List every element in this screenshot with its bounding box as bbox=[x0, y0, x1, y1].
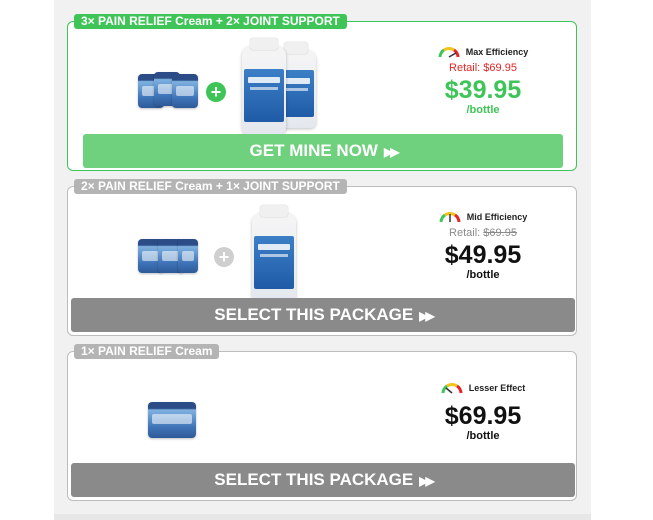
efficiency-label: Lesser Effect bbox=[468, 383, 526, 393]
cream-jar bbox=[172, 74, 198, 108]
efficiency-label: Mid Efficiency bbox=[466, 212, 528, 222]
sale-price: $69.95 bbox=[444, 402, 522, 430]
package-card-1[interactable]: 3× PAIN RELIEF Cream + 2× JOINT SUPPORT … bbox=[67, 14, 577, 171]
double-arrow-icon: ▶▶ bbox=[419, 474, 435, 488]
retail-value: $69.95 bbox=[483, 62, 517, 74]
cta-label: SELECT THIS PACKAGE bbox=[214, 305, 414, 324]
retail-label: Retail: bbox=[449, 62, 481, 74]
efficiency-indicator: Max Efficiency bbox=[408, 46, 558, 58]
package-card-2[interactable]: 2× PAIN RELIEF Cream + 1× JOINT SUPPORT … bbox=[67, 179, 577, 336]
product-image: + bbox=[128, 32, 348, 142]
per-unit: /bottle bbox=[466, 430, 500, 442]
package-card-3[interactable]: 1× PAIN RELIEF Cream Lesser Effect $69.9… bbox=[67, 344, 577, 501]
get-mine-now-button[interactable]: GET MINE NOW ▶▶ bbox=[83, 134, 563, 168]
price-block: Max Efficiency Retail: $69.95 $39.95 /bo… bbox=[408, 46, 558, 116]
supplement-bottle bbox=[252, 205, 296, 301]
retail-price: Retail: $69.95 bbox=[408, 62, 558, 74]
product-image: + bbox=[128, 197, 348, 307]
retail-label: Retail: bbox=[449, 227, 481, 239]
price-block: Lesser Effect $69.95 /bottle bbox=[408, 382, 558, 442]
plus-icon: + bbox=[214, 247, 234, 267]
retail-price: Retail: $69.95 bbox=[408, 227, 558, 239]
gauge-icon bbox=[439, 212, 461, 223]
cta-label: GET MINE NOW bbox=[249, 141, 378, 160]
efficiency-indicator: Lesser Effect bbox=[408, 382, 558, 394]
supplement-bottle bbox=[242, 38, 286, 134]
package-tag: 2× PAIN RELIEF Cream + 1× JOINT SUPPORT bbox=[74, 179, 347, 194]
retail-value: $69.95 bbox=[483, 227, 517, 239]
efficiency-label: Max Efficiency bbox=[465, 47, 529, 57]
sale-price: $39.95 bbox=[444, 76, 522, 104]
per-unit: /bottle bbox=[466, 104, 500, 116]
cream-jar bbox=[148, 402, 196, 438]
per-unit: /bottle bbox=[466, 269, 500, 281]
price-block: Mid Efficiency Retail: $69.95 $49.95 /bo… bbox=[408, 211, 558, 281]
select-package-button[interactable]: SELECT THIS PACKAGE ▶▶ bbox=[71, 298, 575, 332]
cream-jar bbox=[178, 239, 198, 273]
plus-icon: + bbox=[206, 82, 226, 102]
package-tag: 1× PAIN RELIEF Cream bbox=[74, 344, 220, 359]
product-image bbox=[128, 362, 348, 472]
gauge-icon bbox=[438, 47, 460, 58]
package-tag: 3× PAIN RELIEF Cream + 2× JOINT SUPPORT bbox=[74, 14, 347, 29]
select-package-button[interactable]: SELECT THIS PACKAGE ▶▶ bbox=[71, 463, 575, 497]
efficiency-indicator: Mid Efficiency bbox=[408, 211, 558, 223]
sale-price: $49.95 bbox=[444, 241, 522, 269]
top-strip bbox=[54, 0, 591, 8]
gauge-icon bbox=[441, 383, 463, 394]
cta-label: SELECT THIS PACKAGE bbox=[214, 470, 414, 489]
bottom-strip bbox=[54, 514, 591, 520]
double-arrow-icon: ▶▶ bbox=[383, 145, 400, 159]
double-arrow-icon: ▶▶ bbox=[419, 309, 435, 323]
